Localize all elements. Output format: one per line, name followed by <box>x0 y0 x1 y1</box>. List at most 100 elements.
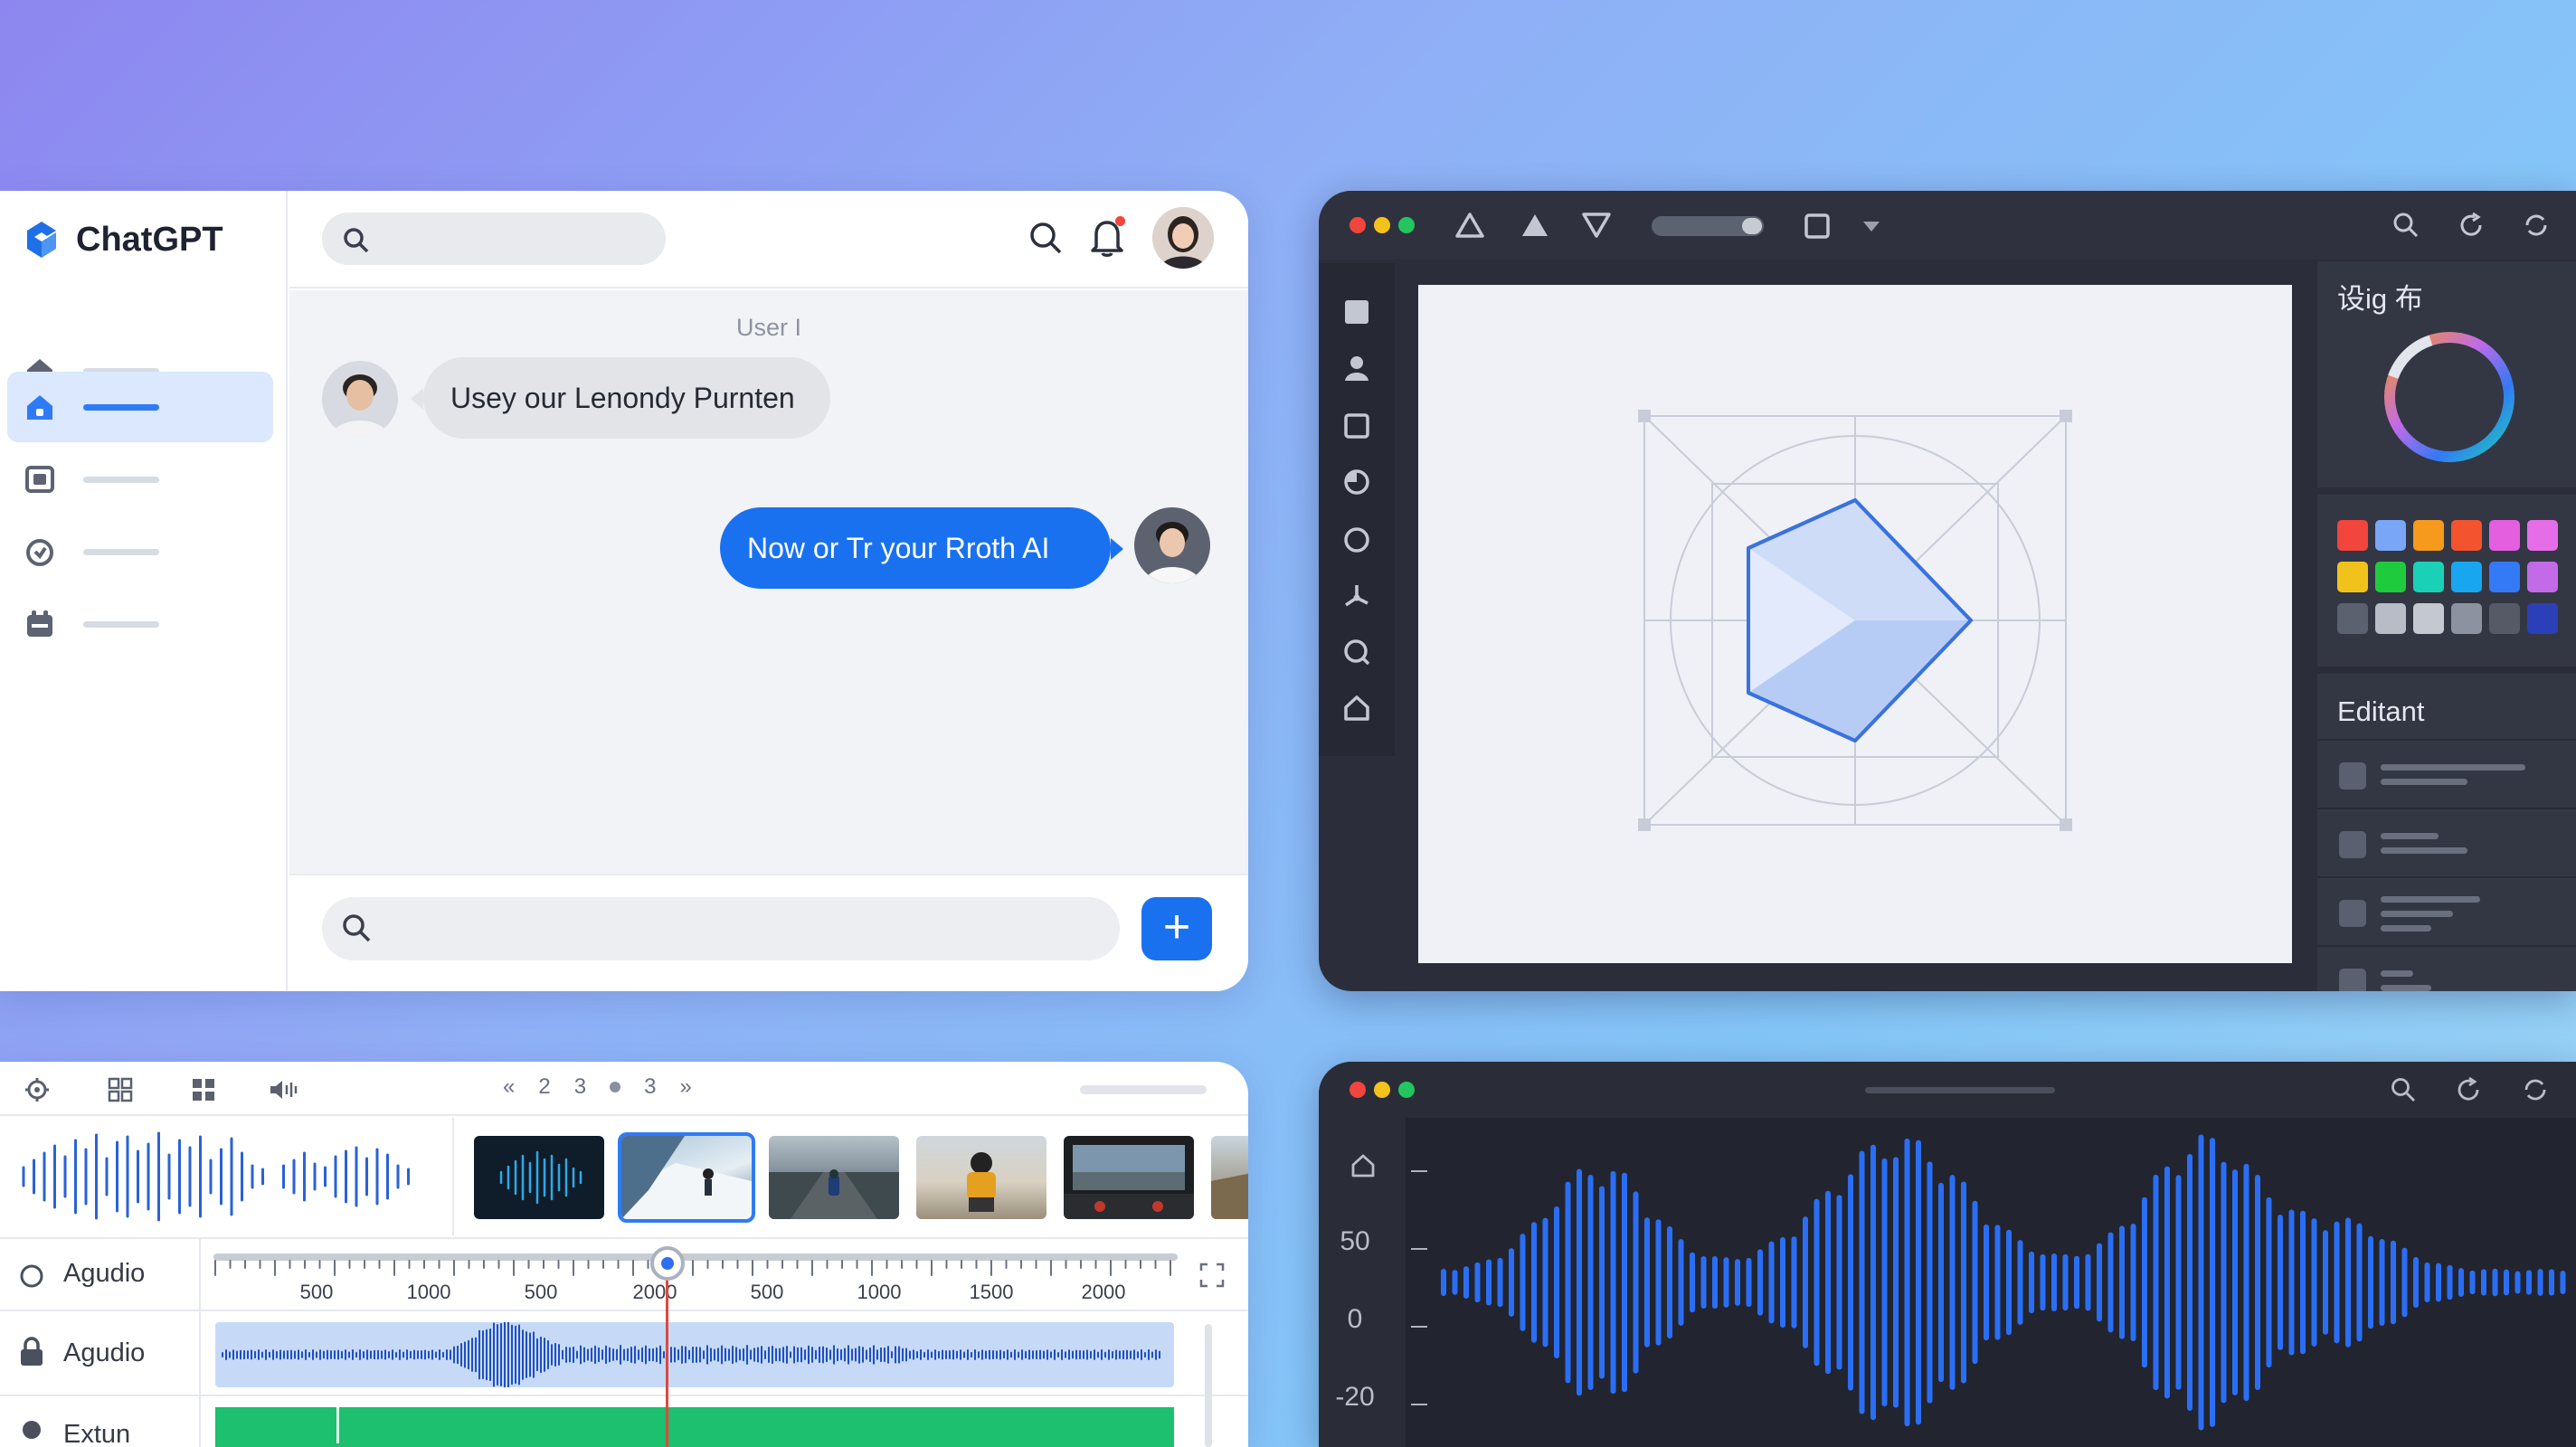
search-icon[interactable] <box>2390 1076 2417 1103</box>
color-swatch[interactable] <box>2451 562 2482 592</box>
node-icon[interactable] <box>1342 582 1371 610</box>
search-icon[interactable] <box>1028 220 1064 256</box>
color-swatch[interactable] <box>2489 603 2520 634</box>
horizontal-scrollbar[interactable] <box>1080 1085 1207 1094</box>
person-icon[interactable] <box>1342 354 1371 383</box>
chevron-right-icon[interactable]: » <box>679 1074 691 1100</box>
design-canvas[interactable] <box>1418 285 2292 963</box>
page-number[interactable]: 3 <box>644 1074 656 1100</box>
square-icon[interactable] <box>1342 298 1371 326</box>
search-input[interactable] <box>322 213 666 265</box>
maximize-button[interactable] <box>1398 217 1415 233</box>
sidebar-item-shield[interactable] <box>7 516 273 587</box>
page-dot[interactable] <box>610 1082 621 1092</box>
color-swatch[interactable] <box>2527 520 2558 551</box>
app-logo[interactable]: ChatGPT <box>20 218 223 261</box>
clip-thumbnail-selected[interactable] <box>618 1132 755 1223</box>
color-swatch[interactable] <box>2375 603 2406 634</box>
color-swatch[interactable] <box>2527 562 2558 592</box>
chevron-left-icon[interactable]: « <box>503 1074 515 1100</box>
fullscreen-icon[interactable] <box>1199 1263 1225 1288</box>
color-swatch[interactable] <box>2489 520 2520 551</box>
track-header: Agudio <box>0 1311 201 1396</box>
color-wheel[interactable] <box>2377 325 2522 469</box>
color-swatch[interactable] <box>2337 562 2368 592</box>
volume-icon[interactable] <box>268 1076 298 1103</box>
layer-row[interactable] <box>2317 808 2576 876</box>
clip-thumbnail[interactable] <box>769 1136 899 1219</box>
sidebar-item-window[interactable] <box>7 444 273 515</box>
color-swatch[interactable] <box>2337 603 2368 634</box>
notification-button[interactable] <box>1089 216 1125 258</box>
message-input[interactable] <box>322 897 1120 960</box>
page-number[interactable]: 3 <box>574 1074 586 1100</box>
gear-icon[interactable] <box>18 1416 45 1443</box>
layer-checkbox[interactable] <box>2339 762 2366 790</box>
home-outline-icon[interactable] <box>1342 694 1371 723</box>
close-button[interactable] <box>1350 217 1366 233</box>
grid-filled-icon[interactable] <box>190 1076 217 1103</box>
maximize-button[interactable] <box>1398 1082 1415 1098</box>
color-swatch[interactable] <box>2489 562 2520 592</box>
clip-thumbnail[interactable] <box>474 1136 604 1219</box>
sidebar-item-home-active[interactable] <box>7 372 273 442</box>
settings-icon[interactable] <box>24 1076 51 1103</box>
circle-icon[interactable] <box>18 1263 45 1290</box>
circle-half-icon[interactable] <box>1342 468 1371 497</box>
vertical-scrollbar[interactable] <box>1205 1324 1212 1447</box>
effects-clip[interactable] <box>215 1407 1174 1447</box>
minimize-button[interactable] <box>1374 217 1390 233</box>
layer-name-line <box>2381 925 2431 932</box>
layer-row[interactable] <box>2317 876 2576 945</box>
search-icon[interactable] <box>2391 211 2420 240</box>
sidebar-item-calendar[interactable] <box>7 589 273 659</box>
search-circle-icon[interactable] <box>1342 638 1371 667</box>
layer-row[interactable] <box>2317 739 2576 808</box>
triangle-filled-icon[interactable] <box>1520 211 1550 240</box>
layer-row[interactable] <box>2317 945 2576 991</box>
triangle-outline-icon[interactable] <box>1454 211 1485 240</box>
sync-icon[interactable] <box>2522 211 2551 240</box>
hexagon-shape-artwork[interactable] <box>1418 285 2292 963</box>
timeline-ruler[interactable] <box>213 1239 1178 1311</box>
refresh-icon[interactable] <box>2455 1076 2482 1103</box>
circle-icon[interactable] <box>1342 525 1371 554</box>
ruler-tick-label: 500 <box>299 1281 334 1303</box>
color-swatch[interactable] <box>2375 520 2406 551</box>
lock-icon[interactable] <box>18 1337 45 1367</box>
send-button[interactable]: + <box>1141 897 1212 960</box>
clip-thumbnail[interactable] <box>1064 1136 1194 1219</box>
sync-icon[interactable] <box>2522 1076 2549 1103</box>
close-button[interactable] <box>1350 1082 1366 1098</box>
audio-clip[interactable] <box>215 1322 1174 1387</box>
triangle-down-icon[interactable] <box>1581 211 1612 240</box>
color-swatch[interactable] <box>2451 520 2482 551</box>
layer-checkbox[interactable] <box>2339 831 2366 858</box>
minimize-button[interactable] <box>1374 1082 1390 1098</box>
layer-checkbox[interactable] <box>2339 969 2366 991</box>
zoom-slider[interactable] <box>1652 216 1764 236</box>
square-outline-icon[interactable] <box>1804 213 1831 240</box>
design-editor-window: 设ig 布 Editant <box>1319 191 2576 991</box>
layer-checkbox[interactable] <box>2339 900 2366 927</box>
chevron-down-icon[interactable] <box>1861 220 1881 234</box>
track-header: Agudio <box>0 1239 201 1311</box>
avatar[interactable] <box>1152 207 1214 269</box>
playhead[interactable] <box>666 1255 668 1447</box>
grid-outline-icon[interactable] <box>107 1076 134 1103</box>
color-swatch[interactable] <box>2375 562 2406 592</box>
color-swatch[interactable] <box>2451 603 2482 634</box>
color-swatch[interactable] <box>2337 520 2368 551</box>
color-swatch[interactable] <box>2527 603 2558 634</box>
home-outline-icon[interactable] <box>1350 1152 1377 1179</box>
slider-knob[interactable] <box>1742 218 1762 234</box>
playhead-handle[interactable] <box>650 1246 685 1281</box>
page-number[interactable]: 2 <box>538 1074 550 1100</box>
clip-thumbnail[interactable] <box>1211 1136 1248 1219</box>
color-swatch[interactable] <box>2413 562 2444 592</box>
color-swatch[interactable] <box>2413 520 2444 551</box>
color-swatch[interactable] <box>2413 603 2444 634</box>
square-outline-icon[interactable] <box>1342 411 1371 440</box>
refresh-icon[interactable] <box>2457 211 2486 240</box>
clip-thumbnail[interactable] <box>916 1136 1046 1219</box>
